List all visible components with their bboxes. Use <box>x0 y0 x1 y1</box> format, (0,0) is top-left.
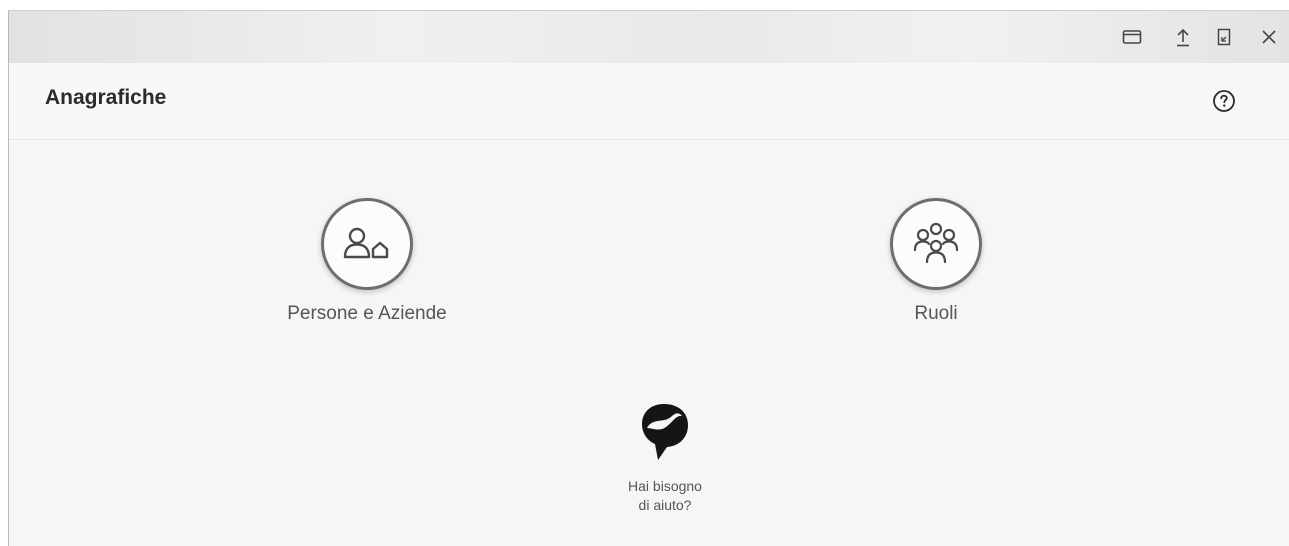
support-logo-icon <box>642 404 688 460</box>
tile-icon-circle[interactable] <box>321 198 413 290</box>
help-button[interactable] <box>1211 88 1237 114</box>
app-window: Anagrafiche Persone e Aziende Ruoli Hai … <box>8 10 1289 546</box>
tile-label: Ruoli <box>914 303 958 324</box>
close-icon <box>1262 30 1276 44</box>
tile-icon-circle[interactable] <box>890 198 982 290</box>
group-roles-icon <box>913 222 959 264</box>
page-header: Anagrafiche <box>9 63 1289 140</box>
bookmark-button[interactable] <box>1212 25 1236 49</box>
window-restore-button[interactable] <box>1120 25 1144 49</box>
person-company-icon <box>343 227 389 259</box>
tile-ruoli[interactable]: Ruoli <box>826 198 1046 325</box>
help-widget[interactable]: Hai bisogno di aiuto? <box>595 402 735 515</box>
tile-label: Persone e Aziende <box>287 303 447 324</box>
help-text-line2: di aiuto? <box>638 497 692 513</box>
window-restore-icon <box>1122 30 1142 44</box>
help-circle-icon <box>1213 90 1235 112</box>
page-title: Anagrafiche <box>45 86 167 109</box>
upload-button[interactable] <box>1171 25 1195 49</box>
upload-icon <box>1177 28 1189 47</box>
bookmark-icon <box>1217 28 1231 46</box>
tile-persone-aziende[interactable]: Persone e Aziende <box>257 198 477 325</box>
help-text-line1: Hai bisogno <box>628 478 702 494</box>
close-button[interactable] <box>1257 25 1281 49</box>
main-content: Persone e Aziende Ruoli Hai bisogno di a… <box>9 140 1289 546</box>
window-titlebar <box>9 11 1289 63</box>
